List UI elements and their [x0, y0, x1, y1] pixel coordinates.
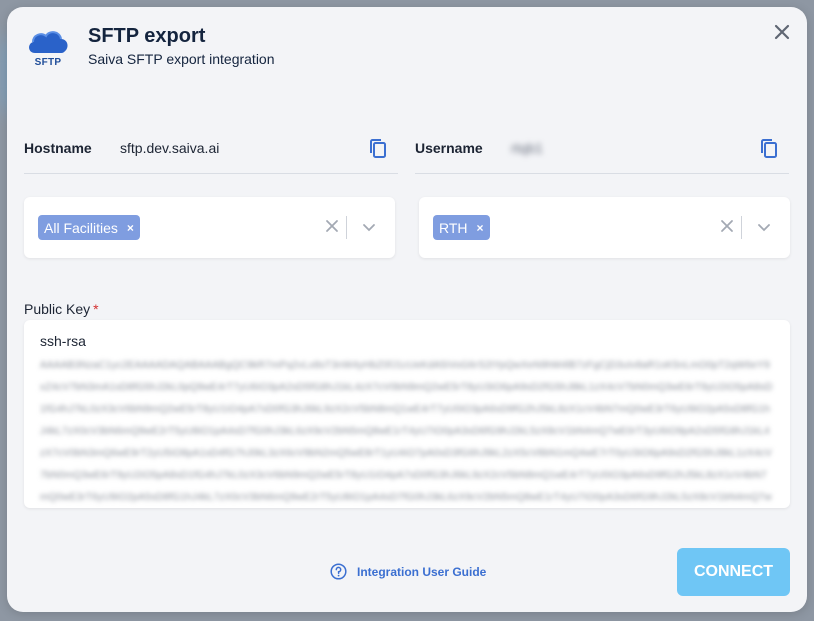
hostname-value: sftp.dev.saiva.ai — [120, 140, 220, 156]
organization-select[interactable]: RTH × — [419, 197, 790, 258]
copy-icon — [370, 139, 386, 158]
connect-button[interactable]: CONNECT — [677, 548, 790, 596]
copy-icon — [761, 139, 777, 158]
help-circle-icon — [330, 563, 347, 580]
username-field: Username rtqb1 — [415, 129, 789, 174]
facilities-dropdown-toggle[interactable] — [361, 220, 377, 234]
chevron-down-icon — [758, 224, 770, 232]
integration-guide-label: Integration User Guide — [357, 564, 487, 579]
facilities-select[interactable]: All Facilities × — [24, 197, 395, 258]
integration-guide-link[interactable]: Integration User Guide — [330, 563, 486, 580]
facility-chip: All Facilities × — [38, 215, 140, 240]
clear-organization-button[interactable] — [720, 219, 734, 233]
remove-organization-chip-button[interactable]: × — [477, 221, 484, 235]
select-separator — [741, 216, 742, 239]
close-icon — [774, 24, 790, 40]
clear-facilities-button[interactable] — [325, 219, 339, 233]
sftp-cloud-logo: SFTP — [25, 27, 71, 73]
logo-label: SFTP — [34, 57, 62, 68]
hostname-field: Hostname sftp.dev.saiva.ai — [24, 129, 398, 174]
username-value: rtqb1 — [511, 140, 543, 156]
clear-icon — [721, 220, 733, 232]
facility-chip-label: All Facilities — [44, 219, 118, 236]
public-key-label-text: Public Key — [24, 301, 91, 317]
dialog-subtitle: Saiva SFTP export integration — [88, 51, 275, 67]
remove-facility-chip-button[interactable]: × — [127, 221, 134, 235]
public-key-textarea[interactable]: ssh-rsa AAAAB3NzaC1yc2EAAAADAQABAAABgQC9… — [24, 320, 790, 508]
organization-dropdown-toggle[interactable] — [756, 220, 772, 234]
organization-chip: RTH × — [433, 215, 490, 240]
organization-chip-label: RTH — [439, 219, 468, 236]
public-key-label: Public Key * — [24, 301, 99, 317]
close-button[interactable] — [771, 21, 793, 43]
dialog-title: SFTP export — [88, 25, 206, 47]
select-separator — [346, 216, 347, 239]
sftp-export-dialog: SFTP SFTP export Saiva SFTP export integ… — [7, 7, 807, 612]
username-label: Username — [415, 140, 483, 156]
public-key-prefix: ssh-rsa — [40, 333, 86, 349]
clear-icon — [326, 220, 338, 232]
public-key-value: AAAAB3NzaC1yc2EAAAADAQABAAABgQC9kR7mPq2v… — [40, 360, 773, 503]
hostname-label: Hostname — [24, 140, 92, 156]
cloud-icon — [29, 31, 68, 53]
chevron-down-icon — [363, 224, 375, 232]
copy-username-button[interactable] — [759, 138, 779, 160]
required-marker: * — [93, 301, 99, 317]
copy-hostname-button[interactable] — [368, 138, 388, 160]
